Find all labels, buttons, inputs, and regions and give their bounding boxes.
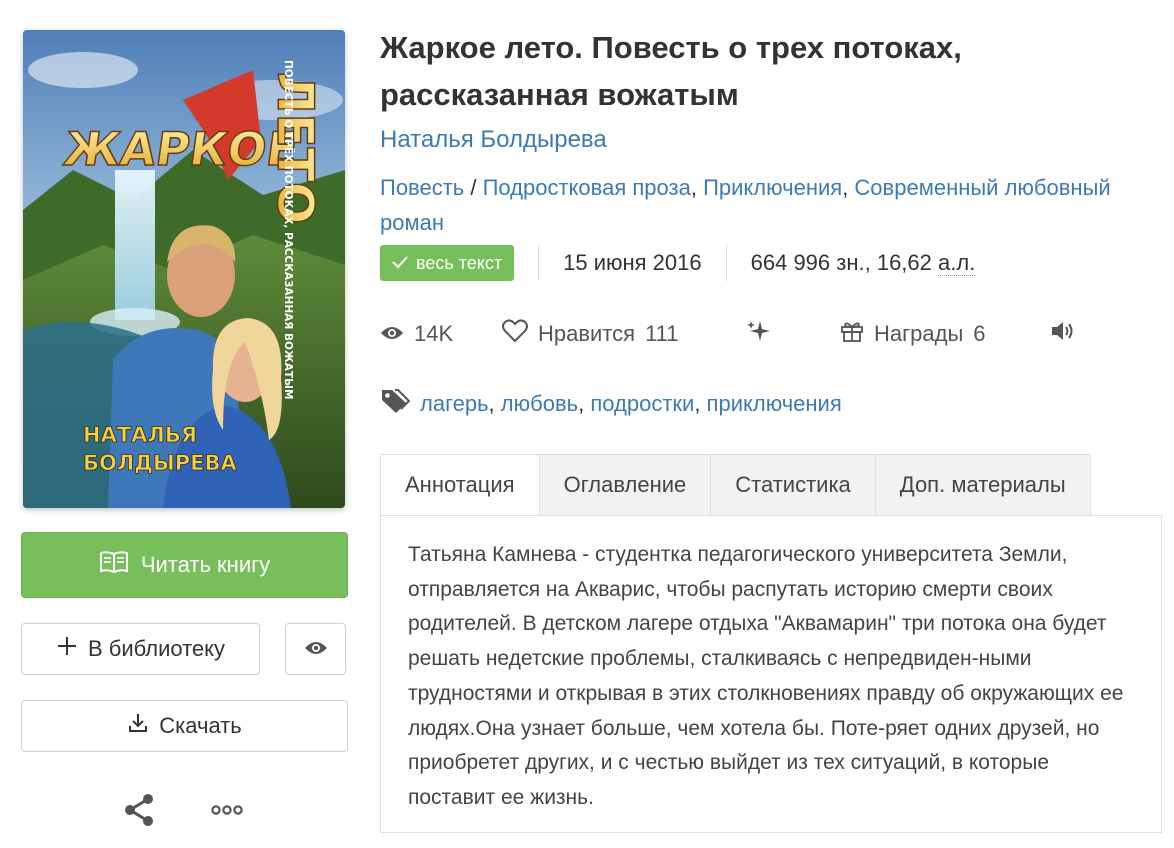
download-button[interactable]: Скачать bbox=[21, 700, 348, 752]
annotation-panel: Татьяна Камнева - студентка педагогическ… bbox=[380, 515, 1162, 833]
eye-icon bbox=[380, 321, 404, 347]
cover-author-line-1: НАТАЛЬЯ bbox=[83, 423, 197, 447]
full-text-label: весь текст bbox=[416, 252, 503, 273]
annotation-text: Татьяна Камнева - студентка педагогическ… bbox=[408, 543, 1124, 809]
heart-icon bbox=[502, 319, 528, 349]
download-label: Скачать bbox=[159, 713, 242, 738]
tags-line: лагерь, любовь, подростки, приключения bbox=[380, 386, 842, 422]
plus-icon bbox=[56, 635, 78, 663]
tab-statistics[interactable]: Статистика bbox=[711, 454, 876, 516]
add-to-library-label: В библиотеку bbox=[87, 636, 226, 661]
book-size: 664 996 зн., 16,62 а.л. bbox=[751, 250, 976, 276]
category-link[interactable]: Повесть bbox=[380, 175, 464, 200]
awards-button[interactable]: Награды 6 bbox=[840, 314, 986, 354]
author-sheets-unit[interactable]: а.л. bbox=[938, 250, 976, 276]
cover-title-word-1: ЖАРКОЕ bbox=[60, 122, 301, 176]
publish-date: 15 июня 2016 bbox=[563, 250, 702, 275]
audio-button[interactable] bbox=[1050, 314, 1074, 354]
views-stat: 14K bbox=[380, 314, 453, 354]
cover-subtitle: ПОВЕСТЬ О ТРЁХ ПОТОКАХ, РАССКАЗАННАЯ ВОЖ… bbox=[282, 60, 296, 399]
cover-title-word-2: ЛЕТО bbox=[266, 72, 324, 224]
full-text-badge: весь текст bbox=[380, 245, 515, 281]
eye-icon bbox=[304, 636, 328, 662]
add-to-library-button[interactable]: В библиотеку bbox=[21, 623, 260, 675]
genre-link[interactable]: Приключения bbox=[703, 175, 842, 200]
genre-link[interactable]: Подростковая проза bbox=[483, 175, 691, 200]
tags-icon bbox=[380, 388, 411, 420]
cover-author-line-2: БОЛДЫРЕВА bbox=[83, 451, 238, 475]
category-separator: / bbox=[464, 175, 483, 200]
download-icon bbox=[127, 712, 149, 740]
tag-link[interactable]: лагерь bbox=[420, 391, 489, 416]
watch-button[interactable] bbox=[285, 623, 346, 675]
awards-label: Награды bbox=[874, 321, 964, 346]
book-title: Жаркое лето. Повесть о трех потоках, рас… bbox=[380, 30, 962, 112]
book-size-value: 664 996 зн., 16,62 bbox=[750, 250, 939, 275]
book-cover[interactable]: ЖАРКОЕ ЛЕТО ПОВЕСТЬ О ТРЁХ ПОТОКАХ, РАСС… bbox=[23, 30, 345, 508]
more-options-button[interactable] bbox=[206, 797, 248, 827]
sparkles-icon bbox=[746, 318, 772, 350]
tag-link[interactable]: подростки bbox=[590, 391, 694, 416]
tab-annotation[interactable]: Аннотация bbox=[380, 454, 540, 516]
share-button[interactable] bbox=[118, 792, 160, 832]
views-count: 14K bbox=[414, 321, 454, 346]
read-book-button[interactable]: Читать книгу bbox=[21, 532, 348, 598]
book-cover-art: ЖАРКОЕ ЛЕТО ПОВЕСТЬ О ТРЁХ ПОТОКАХ, РАСС… bbox=[23, 30, 345, 508]
more-dots-icon bbox=[210, 803, 244, 821]
likes-count: 111 bbox=[645, 321, 679, 346]
tab-extra-materials[interactable]: Доп. материалы bbox=[875, 454, 1091, 516]
book-tabs: Аннотация Оглавление Статистика Доп. мат… bbox=[380, 454, 1091, 516]
check-icon bbox=[392, 253, 408, 274]
author-link[interactable]: Наталья Болдырева bbox=[380, 126, 607, 154]
speaker-icon bbox=[1050, 320, 1074, 348]
tag-link[interactable]: приключения bbox=[707, 391, 842, 416]
meta-divider bbox=[725, 245, 727, 281]
meta-divider bbox=[538, 245, 540, 281]
like-button[interactable]: Нравится 111 bbox=[502, 314, 679, 354]
likes-label: Нравится bbox=[538, 321, 636, 346]
open-book-icon bbox=[99, 550, 129, 580]
gift-icon bbox=[840, 319, 864, 349]
read-book-label: Читать книгу bbox=[140, 552, 271, 577]
genres-line: Повесть / Подростковая проза, Приключени… bbox=[380, 175, 1111, 235]
tags-list: лагерь, любовь, подростки, приключения bbox=[420, 391, 842, 416]
tag-link[interactable]: любовь bbox=[501, 391, 578, 416]
book-meta: весь текст 15 июня 2016 664 996 зн., 16,… bbox=[380, 244, 976, 282]
share-icon bbox=[121, 792, 157, 833]
awards-count: 6 bbox=[973, 321, 986, 346]
sparkle-button[interactable] bbox=[746, 314, 772, 354]
tab-contents[interactable]: Оглавление bbox=[539, 454, 712, 516]
